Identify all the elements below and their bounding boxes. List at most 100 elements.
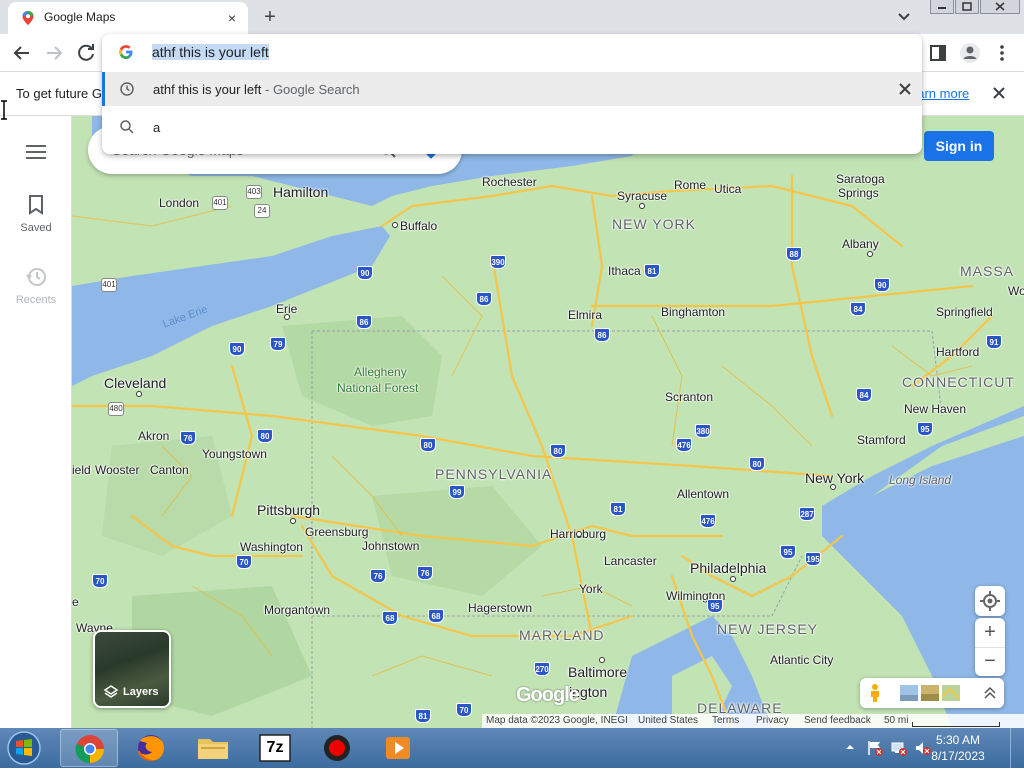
route-shield: 81 [644,264,660,278]
chrome-icon [75,735,104,764]
side-panel-icon[interactable] [926,41,950,65]
clock-time[interactable]: 5:30 AM [934,733,982,747]
imagery-thumb-icon[interactable] [921,685,939,701]
map-attribution: Map data ©2023 Google, INEGI [486,715,628,726]
map-label-akron: Akron [138,429,170,443]
map-canvas[interactable]: Rochester Syracuse Rome Utica Saratoga S… [72,116,1024,728]
close-icon[interactable] [990,84,1008,102]
taskbar-chrome[interactable] [60,729,118,767]
media-player-icon [386,737,410,759]
scale-bar [912,722,1000,727]
map-label-long-island: Long Island [889,473,952,487]
taskbar-recorder[interactable] [308,729,366,767]
profile-avatar-icon[interactable] [958,41,982,65]
map-label-albany: Albany [842,237,879,251]
city-marker [599,657,605,663]
forward-arrow-icon[interactable] [42,41,66,65]
route-shield: 80 [257,429,273,443]
route-shield: 84 [850,302,866,316]
clock-date[interactable]: 8/17/2023 [924,749,992,763]
imagery-thumb-icon[interactable] [942,685,960,701]
kebab-menu-icon[interactable] [990,41,1014,65]
chevron-up-icon[interactable] [844,741,856,753]
remove-suggestion-close-icon[interactable] [895,79,915,99]
map-label-youngstown: Youngstown [202,447,267,461]
taskbar-media-player[interactable] [370,729,428,767]
route-shield: 403 [246,185,262,199]
sign-in-button[interactable]: Sign in [924,131,994,161]
layers-button[interactable]: Layers [93,630,171,708]
city-marker [392,222,398,228]
route-shield: 79 [270,337,286,351]
zoom-in-button[interactable]: + [975,618,1005,647]
new-tab-button[interactable]: + [258,5,282,29]
map-label-ithaca: Ithaca [608,264,641,278]
windows-taskbar: 7z 5:30 AM 8/17/2023 [0,728,1024,768]
suggestion-text: athf this is your left - Google Search [153,82,360,97]
country-link[interactable]: United States [638,715,698,726]
minimize-window-button[interactable] [930,0,954,14]
route-shield: 480 [108,402,124,416]
omnibox-suggestion[interactable]: a [102,110,922,144]
search-icon [120,120,134,134]
reload-icon[interactable] [74,41,98,65]
my-location-button[interactable] [975,586,1005,616]
route-shield: 80 [420,438,436,452]
route-shield: 76 [417,566,433,580]
route-shield: 90 [357,266,373,280]
network-icon[interactable] [890,739,908,757]
tab-search-chevron-icon[interactable] [894,8,914,26]
imagery-strip [860,678,1004,708]
route-shield: 287 [799,507,815,521]
record-icon [324,735,350,761]
chevron-up-icon[interactable] [982,684,998,702]
action-center-flag-icon[interactable] [866,739,884,757]
tab-google-maps[interactable]: Google Maps × [8,2,248,34]
taskbar-7zip[interactable]: 7z [246,729,304,767]
map-label-washington: Washington [240,540,303,554]
map-label-maryland: MARYLAND [519,627,605,643]
city-marker [730,576,736,582]
city-marker [830,484,836,490]
close-window-button[interactable] [980,0,1020,14]
route-shield: 401 [101,278,117,292]
maximize-window-button[interactable] [955,0,979,14]
route-shield: 476 [676,438,692,452]
saved-button[interactable]: Saved [10,194,62,238]
omnibox-suggestion[interactable]: athf this is your left - Google Search [102,72,922,106]
privacy-link[interactable]: Privacy [756,715,789,726]
route-shield: 88 [786,247,802,261]
back-arrow-icon[interactable] [10,41,34,65]
hamburger-menu-icon[interactable] [24,142,48,162]
map-label-pittsburgh: Pittsburgh [257,502,321,518]
recents-button[interactable]: Recents [10,266,62,310]
start-orb-icon[interactable] [4,729,44,767]
map-label-connecticut: CONNECTICUT [902,374,1015,390]
suggestion-query: athf this is your left [153,82,262,97]
send-feedback-link[interactable]: Send feedback [804,715,871,726]
show-desktop-button[interactable] [1010,728,1024,768]
map-label-york: York [579,582,603,596]
map-label-morgantown: Morgantown [264,603,331,617]
route-shield: 81 [610,502,626,516]
map-label-syracuse: Syracuse [617,189,668,203]
taskbar-file-explorer[interactable] [184,729,242,767]
route-shield: 86 [356,315,372,329]
maps-left-rail: Saved Recents [0,116,72,728]
route-shield: 90 [874,278,890,292]
imagery-thumb-icon[interactable] [900,685,918,701]
close-tab-button[interactable]: × [222,8,242,28]
route-shield: 80 [550,444,566,458]
map-label-pennsylvania: PENNSYLVANIA [435,466,553,482]
map-label-new-york-state: NEW YORK [612,216,696,232]
zoom-out-button[interactable]: − [975,647,1005,676]
pegman-icon[interactable] [868,683,882,703]
google-g-icon [119,45,133,59]
taskbar-firefox[interactable] [122,729,180,767]
map-label-lancaster: Lancaster [604,554,657,568]
map-label-springfield: Springfield [936,305,993,319]
terms-link[interactable]: Terms [712,715,739,726]
address-bar-input[interactable]: athf this is your left [152,44,269,60]
route-shield: 84 [856,388,872,402]
map-label-hamilton: Hamilton [273,184,329,200]
